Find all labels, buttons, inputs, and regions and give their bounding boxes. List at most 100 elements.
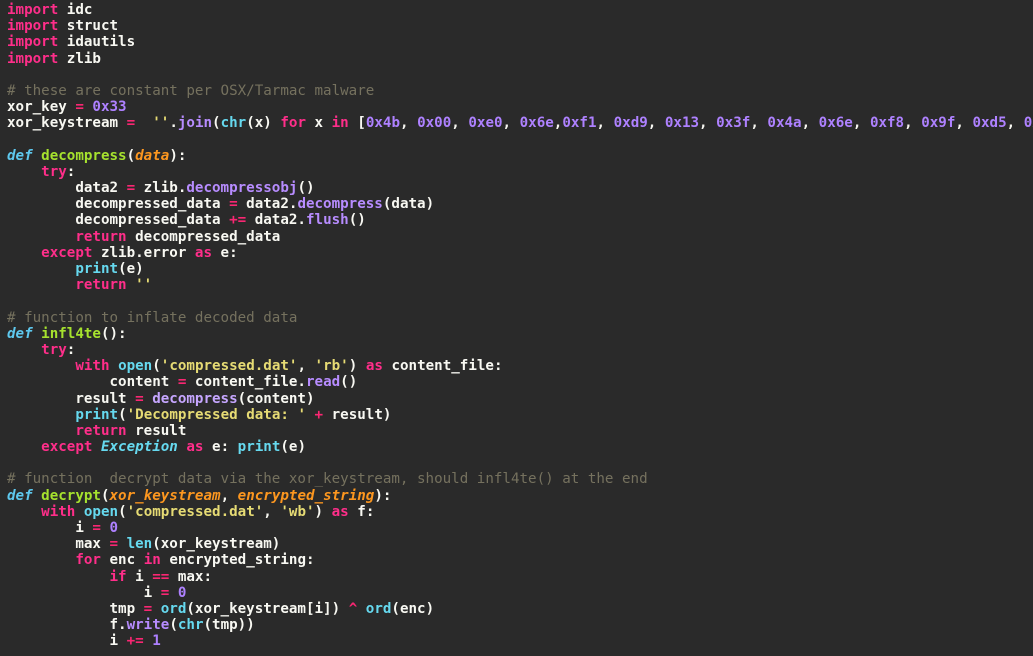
code-token: 0xd9 — [613, 115, 648, 132]
code-token: decrypt — [41, 487, 101, 504]
code-line: data2 = zlib.decompressobj() — [0, 180, 1033, 196]
code-token: content_file: — [382, 358, 503, 375]
code-token: ): — [374, 487, 392, 504]
code-token: i — [7, 633, 127, 650]
code-token: : — [66, 341, 76, 358]
code-line: result = decompress(content) — [0, 391, 1033, 407]
code-token: + — [314, 406, 324, 423]
code-token: = — [75, 99, 84, 116]
code-line: import idc — [0, 2, 1033, 18]
code-token: ( — [126, 147, 136, 164]
code-token: (enc) — [391, 600, 435, 617]
code-token: as — [365, 358, 383, 375]
code-token: content_file. — [186, 374, 306, 391]
code-token: (e) — [280, 439, 306, 456]
code-token: = — [126, 115, 136, 132]
code-token: with — [41, 503, 76, 520]
code-token: ord — [365, 600, 392, 617]
code-token: , — [400, 115, 418, 132]
code-token: (tmp)) — [203, 617, 255, 634]
code-token: i — [7, 520, 93, 536]
code-token: return — [75, 228, 127, 245]
code-token: decompress — [41, 147, 127, 164]
code-token: = — [160, 584, 170, 601]
code-token: = — [143, 600, 153, 617]
code-editor[interactable]: import idc import struct import idautils im… — [0, 0, 1033, 656]
code-token: == — [152, 568, 170, 585]
code-token: 'wb' — [280, 503, 315, 520]
code-token: try — [41, 163, 67, 180]
code-line: max = len(xor_keystream) — [0, 536, 1033, 552]
code-token: return — [75, 277, 127, 294]
code-token: ) — [314, 503, 332, 520]
code-token: ^ — [348, 600, 358, 617]
code-token: 0xd5 — [972, 115, 1007, 132]
code-token: x — [306, 115, 332, 132]
code-token: , — [596, 115, 614, 132]
code-line: try: — [0, 342, 1033, 358]
code-token: idautils — [58, 34, 136, 51]
code-line: # function decrypt data via the xor_keys… — [0, 471, 1033, 487]
code-token: 0x6e — [818, 115, 853, 132]
code-token: : — [66, 163, 76, 180]
code-line: return result — [0, 423, 1033, 439]
code-line: import zlib — [0, 51, 1033, 67]
code-token: content — [7, 374, 178, 391]
code-token: , — [699, 115, 717, 132]
code-token: import — [7, 2, 59, 18]
code-token: [ — [348, 115, 366, 132]
code-token: e: — [203, 439, 238, 456]
code-line: f.write(chr(tmp)) — [0, 617, 1033, 633]
code-token: print — [75, 261, 119, 277]
code-line: i = 0 — [0, 520, 1033, 536]
code-token: ( — [212, 115, 221, 132]
code-token: e: — [212, 244, 238, 261]
code-token: join — [177, 115, 213, 132]
code-token: decompressobj — [186, 180, 298, 197]
code-line: # function to inflate decoded data — [0, 310, 1033, 326]
code-token: 'compressed.dat' — [160, 358, 298, 375]
code-line: xor_keystream = ''.join(chr(x) for x in … — [0, 115, 1033, 131]
code-line: return '' — [0, 277, 1033, 293]
code-line: except zlib.error as e: — [0, 245, 1033, 261]
code-token: , — [852, 115, 870, 132]
code-token: in — [143, 552, 161, 569]
code-token: data2. — [237, 196, 298, 213]
code-token: ( — [118, 503, 127, 520]
code-line: # these are constant per OSX/Tarmac malw… — [0, 83, 1033, 99]
code-token: ) — [348, 358, 366, 375]
code-token: data — [135, 147, 170, 164]
code-token: zlib.error — [92, 244, 195, 261]
code-token: 0x33 — [83, 99, 127, 116]
code-token: result) — [323, 406, 392, 423]
code-token: ( — [169, 617, 178, 634]
code-token: xor_keystream — [109, 487, 221, 504]
code-line: decompressed_data = data2.decompress(dat… — [0, 196, 1033, 212]
code-token: '' — [152, 115, 170, 132]
code-token: zlib — [58, 50, 101, 67]
code-token: , — [1006, 115, 1024, 132]
code-token: () — [340, 374, 358, 391]
code-token: 0xf8 — [869, 115, 905, 132]
code-token: def — [7, 147, 33, 164]
code-token: decompress — [152, 390, 238, 407]
code-token: 0 — [169, 584, 187, 601]
code-token: = — [135, 390, 144, 407]
code-token: i — [7, 584, 161, 601]
code-token: decompressed_data — [7, 196, 230, 213]
code-token: decompressed_data — [126, 228, 281, 245]
code-token: , — [801, 115, 819, 132]
code-token: f. — [7, 617, 127, 634]
code-token: , — [647, 115, 665, 132]
code-token: 0x6e — [519, 115, 554, 132]
code-token: result — [126, 422, 187, 439]
code-token: decompressed_data — [7, 212, 230, 229]
code-token: as — [194, 244, 213, 261]
